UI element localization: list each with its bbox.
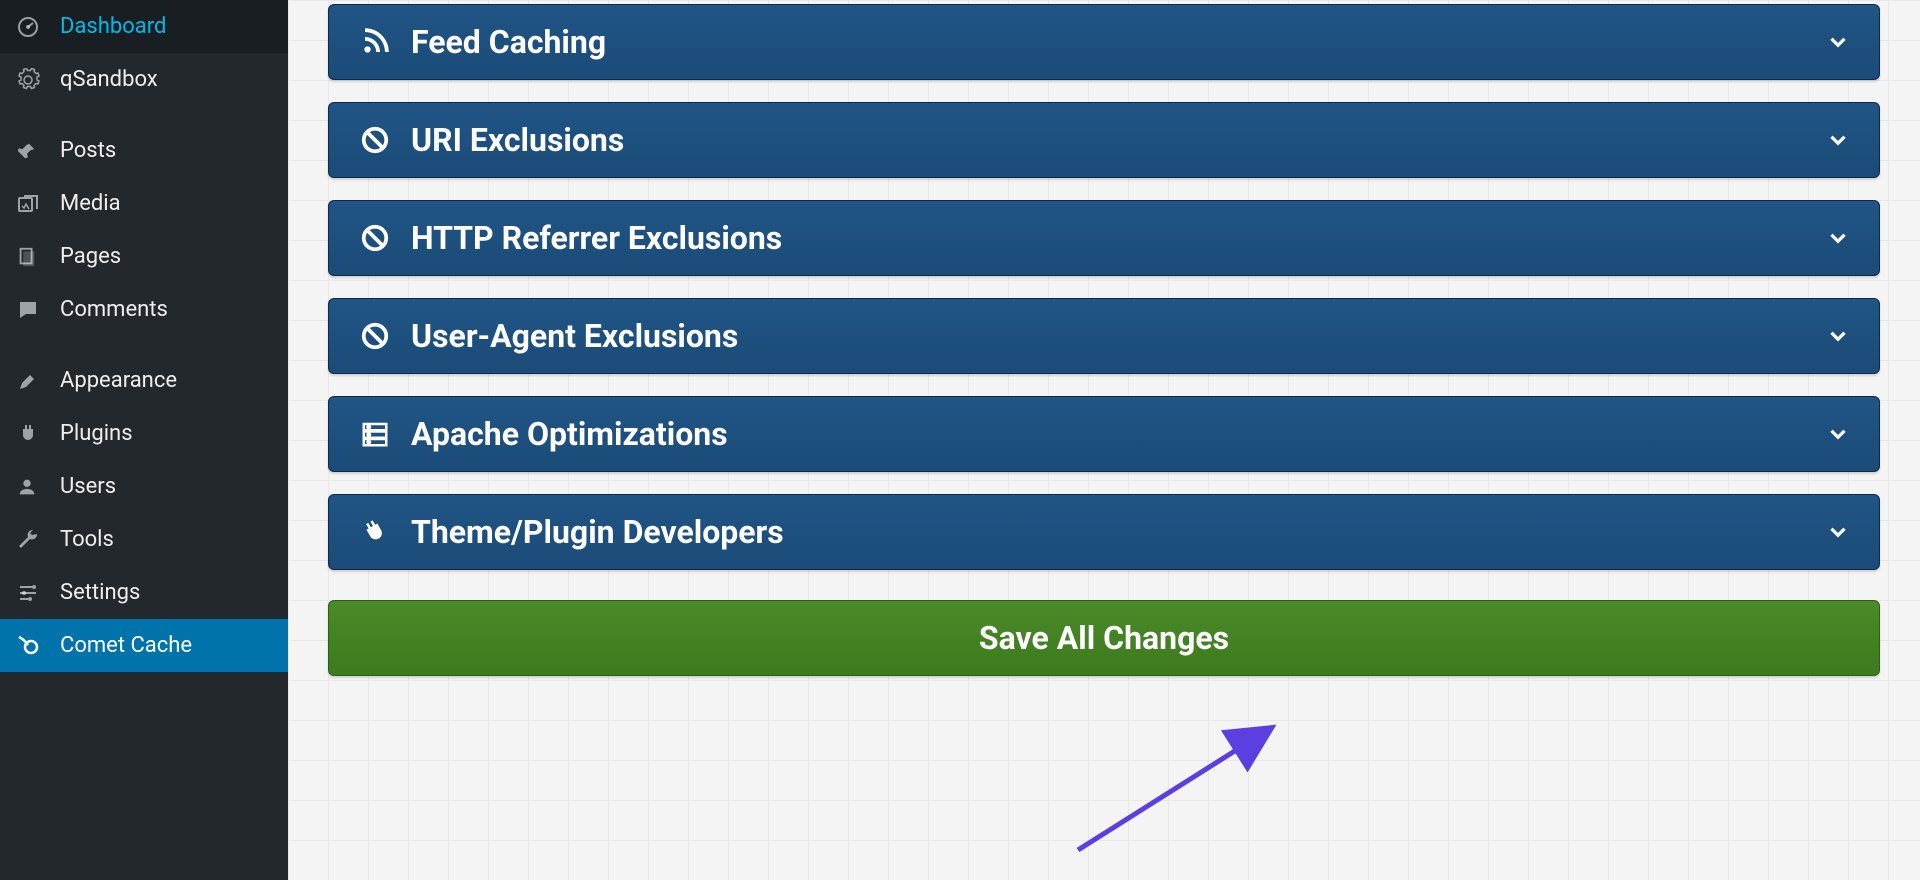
sidebar-item-label: Comet Cache [60,633,192,658]
sidebar-item-label: Tools [60,527,114,552]
sidebar-item-tools[interactable]: Tools [0,513,288,566]
comments-icon [16,298,46,322]
sidebar-item-label: qSandbox [60,67,158,92]
comet-icon [16,634,46,658]
ban-icon [357,321,393,351]
sidebar-item-label: Dashboard [60,14,166,39]
panel-title: Theme/Plugin Developers [411,513,1825,551]
sidebar-item-media[interactable]: Media [0,177,288,230]
sidebar-item-qsandbox[interactable]: qSandbox [0,53,288,106]
media-icon [16,192,46,216]
sidebar-item-label: Pages [60,244,121,269]
brush-icon [16,369,46,393]
panel-title: Apache Optimizations [411,415,1825,453]
sidebar-item-label: Users [60,474,116,499]
panel-apache-optimizations[interactable]: Apache Optimizations [328,396,1880,472]
panel-theme-plugin-developers[interactable]: Theme/Plugin Developers [328,494,1880,570]
admin-sidebar: Dashboard qSandbox Posts Media Pages Com… [0,0,288,880]
sidebar-item-pages[interactable]: Pages [0,230,288,283]
sidebar-item-label: Settings [60,580,140,605]
chevron-down-icon [1825,127,1851,153]
ban-icon [357,125,393,155]
sidebar-item-comet-cache[interactable]: Comet Cache [0,619,288,672]
ban-icon [357,223,393,253]
save-button-label: Save All Changes [979,619,1229,657]
plug-rotate-icon [357,517,393,547]
sidebar-item-label: Comments [60,297,168,322]
panel-title: HTTP Referrer Exclusions [411,219,1825,257]
sidebar-item-comments[interactable]: Comments [0,283,288,336]
main-content: Feed Caching URI Exclusions HTTP Referre… [288,0,1920,880]
user-icon [16,476,46,498]
pin-icon [16,140,46,162]
sidebar-item-settings[interactable]: Settings [0,566,288,619]
chevron-down-icon [1825,519,1851,545]
annotation-arrow [1058,720,1318,860]
sidebar-item-label: Media [60,191,121,216]
gear-icon [16,68,46,92]
chevron-down-icon [1825,225,1851,251]
sidebar-item-posts[interactable]: Posts [0,124,288,177]
dashboard-icon [16,15,46,39]
rss-icon [357,27,393,57]
panel-title: User-Agent Exclusions [411,317,1825,355]
chevron-down-icon [1825,421,1851,447]
chevron-down-icon [1825,323,1851,349]
save-all-changes-button[interactable]: Save All Changes [328,600,1880,676]
sidebar-item-label: Posts [60,138,116,163]
panel-user-agent-exclusions[interactable]: User-Agent Exclusions [328,298,1880,374]
sidebar-item-plugins[interactable]: Plugins [0,407,288,460]
pages-icon [16,246,46,268]
server-icon [357,419,393,449]
plug-icon [16,422,46,446]
panel-title: Feed Caching [411,23,1825,61]
sidebar-item-appearance[interactable]: Appearance [0,354,288,407]
sidebar-item-label: Plugins [60,421,133,446]
panel-feed-caching[interactable]: Feed Caching [328,4,1880,80]
sidebar-item-label: Appearance [60,368,177,393]
chevron-down-icon [1825,29,1851,55]
sidebar-item-users[interactable]: Users [0,460,288,513]
panel-http-referrer-exclusions[interactable]: HTTP Referrer Exclusions [328,200,1880,276]
wrench-icon [16,528,46,552]
sidebar-item-dashboard[interactable]: Dashboard [0,0,288,53]
panel-title: URI Exclusions [411,121,1825,159]
sliders-icon [16,581,46,605]
panel-uri-exclusions[interactable]: URI Exclusions [328,102,1880,178]
